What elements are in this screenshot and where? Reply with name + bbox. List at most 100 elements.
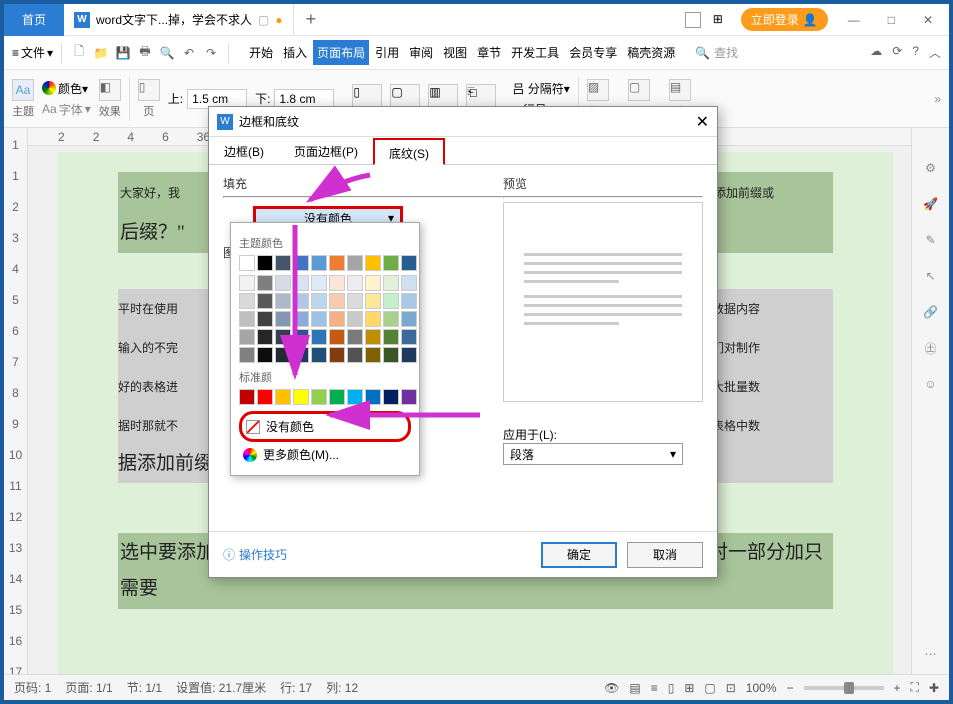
color-swatch[interactable] [401,255,417,271]
menu-item[interactable]: 页面布局 [313,40,369,65]
menu-item[interactable]: 开发工具 [507,40,563,65]
rocket-icon[interactable]: 🚀 [921,194,941,214]
menu-item[interactable]: 插入 [279,40,311,65]
zoom-out-button[interactable]: − [787,681,794,695]
color-swatch[interactable] [239,311,255,327]
new-icon[interactable]: 🗋 [70,44,88,62]
status-page-no[interactable]: 页码: 1 [14,679,51,696]
menu-item[interactable]: 审阅 [405,40,437,65]
color-swatch[interactable] [383,329,399,345]
color-swatch[interactable] [383,311,399,327]
separator-dropdown[interactable]: 吕 分隔符▾ [512,80,569,97]
color-swatch[interactable] [401,347,417,363]
emoji-icon[interactable]: ☺ [921,374,941,394]
color-swatch[interactable] [365,275,381,291]
more-icon[interactable]: ⋯ [921,644,941,664]
eye-icon[interactable]: 👁 [604,681,619,695]
color-swatch[interactable] [311,329,327,345]
maximize-button[interactable]: □ [880,9,903,31]
color-swatch[interactable] [275,389,291,405]
zoom-fit-icon[interactable]: ⊡ [726,681,736,695]
color-swatch[interactable] [401,311,417,327]
pen-icon[interactable]: ✎ [921,230,941,250]
color-swatch[interactable] [383,293,399,309]
sync-icon[interactable]: ⟳ [892,44,902,61]
preview-icon[interactable]: 🔍 [158,44,176,62]
new-tab-button[interactable]: + [294,9,329,30]
color-swatch[interactable] [239,275,255,291]
menu-item[interactable]: 视图 [439,40,471,65]
settings-icon[interactable]: ⚙ [921,158,941,178]
color-swatch[interactable] [257,389,273,405]
color-swatch[interactable] [365,347,381,363]
file-menu[interactable]: ≡ 文件 ▾ [12,44,53,61]
layout-icon-1[interactable] [685,12,701,28]
tab-borders[interactable]: 边框(B) [209,137,279,164]
more-colors-option[interactable]: 更多颜色(M)... [239,442,411,467]
color-swatch[interactable] [401,329,417,345]
zoom-label[interactable]: 100% [746,681,777,695]
color-swatch[interactable] [311,347,327,363]
status-page[interactable]: 页面: 1/1 [65,679,112,696]
cancel-button[interactable]: 取消 [627,542,703,568]
expand-icon[interactable]: ✚ [929,681,939,695]
cursor-icon[interactable]: ↖ [921,266,941,286]
print-icon[interactable]: 🖶 [136,44,154,62]
menu-item[interactable]: 会员专享 [565,40,621,65]
view-icon-5[interactable]: ▢ [704,681,715,695]
redo-icon[interactable]: ↷ [202,44,220,62]
color-swatch[interactable] [239,329,255,345]
color-swatch[interactable] [257,311,273,327]
color-swatch[interactable] [365,255,381,271]
tab-page-borders[interactable]: 页面边框(P) [279,137,373,164]
color-swatch[interactable] [239,347,255,363]
color-swatch[interactable] [329,255,345,271]
color-swatch[interactable] [383,255,399,271]
zoom-slider[interactable] [804,686,884,690]
view-icon-2[interactable]: ≡ [651,681,658,695]
theme-group[interactable]: Aa 主题 [12,79,34,119]
open-icon[interactable]: 📁 [92,44,110,62]
close-button[interactable]: ✕ [915,9,941,31]
font-dropdown[interactable]: Aa 字体▾ [42,101,91,118]
page-group[interactable]: ▯ 页 [138,79,160,119]
color-swatch[interactable] [311,311,327,327]
search-box[interactable]: 🔍 查找 [695,44,738,61]
color-dropdown[interactable]: 颜色▾ [42,80,91,97]
link-icon[interactable]: 🔗 [921,302,941,322]
color-swatch[interactable] [257,255,273,271]
login-button[interactable]: 立即登录 👤 [741,8,828,31]
color-swatch[interactable] [383,275,399,291]
effect-group[interactable]: ◧ 效果 [99,79,121,119]
zoom-in-button[interactable]: + [894,681,901,695]
color-swatch[interactable] [257,329,273,345]
color-swatch[interactable] [347,275,363,291]
color-swatch[interactable] [329,311,345,327]
menu-item[interactable]: 稿壳资源 [623,40,679,65]
color-swatch[interactable] [239,255,255,271]
menu-item[interactable]: 开始 [245,40,277,65]
color-swatch[interactable] [311,275,327,291]
view-icon-4[interactable]: ⊞ [684,681,694,695]
tab-screen-icon[interactable]: ▢ [258,13,269,27]
document-tab[interactable]: W word文字下...掉，学会不求人 ▢ ● [64,4,294,36]
color-swatch[interactable] [311,293,327,309]
tab-dot-icon[interactable]: ● [275,13,282,27]
ribbon-expand-icon[interactable]: » [934,92,941,106]
color-swatch[interactable] [401,293,417,309]
color-swatch[interactable] [293,389,309,405]
cloud-icon[interactable]: ☁ [870,44,882,61]
menu-item[interactable]: 章节 [473,40,505,65]
color-swatch[interactable] [383,347,399,363]
color-swatch[interactable] [365,293,381,309]
color-swatch[interactable] [347,347,363,363]
fullscreen-icon[interactable]: ⛶ [911,680,919,695]
color-swatch[interactable] [347,293,363,309]
color-swatch[interactable] [365,329,381,345]
color-swatch[interactable] [329,347,345,363]
ok-button[interactable]: 确定 [541,542,617,568]
home-tab[interactable]: 首页 [4,4,64,36]
color-swatch[interactable] [401,275,417,291]
color-swatch[interactable] [239,293,255,309]
translate-icon[interactable]: ㊏ [921,338,941,358]
